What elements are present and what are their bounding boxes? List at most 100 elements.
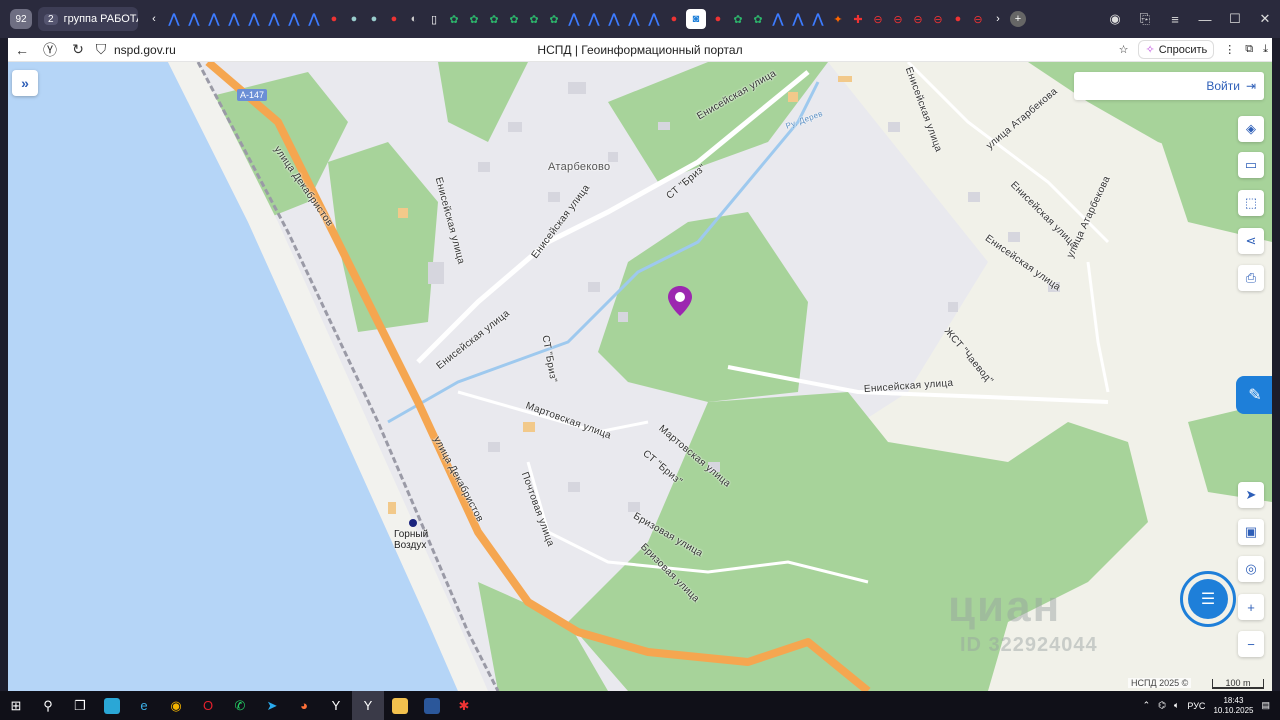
search-icon[interactable]: ⚲ <box>32 691 64 720</box>
download-icon[interactable]: ⤓ <box>1263 43 1268 56</box>
tab-favicon[interactable]: ● <box>326 11 342 27</box>
yandex-browser-icon[interactable]: Y <box>352 691 384 720</box>
tab-favicon[interactable]: ✚ <box>850 11 866 27</box>
close-icon[interactable]: ✕ <box>1250 4 1280 34</box>
tab-favicon[interactable]: ⋀ <box>606 11 622 27</box>
search-location-button[interactable]: ◎ <box>1238 556 1264 582</box>
tab-favicon[interactable]: ⋀ <box>770 11 786 27</box>
yandex-icon[interactable]: Y <box>320 691 352 720</box>
clock[interactable]: 18:43 10.10.2025 <box>1213 696 1253 716</box>
new-tab-icon[interactable]: + <box>1010 11 1026 27</box>
bookmark-icon[interactable]: ☆ <box>1119 43 1129 56</box>
whatsapp-icon[interactable]: ✆ <box>224 691 256 720</box>
tab-favicon[interactable]: ⋀ <box>306 11 322 27</box>
tab-favicon[interactable]: ✿ <box>466 11 482 27</box>
ruler-button[interactable]: ▭ <box>1238 152 1264 178</box>
expand-panel-button[interactable]: » <box>12 70 38 96</box>
opera-icon[interactable]: O <box>192 691 224 720</box>
ask-button[interactable]: ✧ Спросить <box>1138 40 1215 59</box>
tab-favicon[interactable]: ✿ <box>446 11 462 27</box>
map-canvas[interactable] <box>8 62 1272 691</box>
tab-favicon[interactable]: ✿ <box>546 11 562 27</box>
geolocate-button[interactable]: ➤ <box>1238 482 1264 508</box>
tab-favicon[interactable]: ● <box>666 11 682 27</box>
task-view-icon[interactable]: ❐ <box>64 691 96 720</box>
tab-favicon[interactable]: ⋀ <box>286 11 302 27</box>
login-button[interactable]: Войти ⇥ <box>1074 72 1264 100</box>
tab-favicon[interactable]: ◐ <box>406 11 422 27</box>
windows-start-icon[interactable]: ⊞ <box>0 691 32 720</box>
site-info-icon[interactable]: ⛉ <box>92 38 110 62</box>
tab-favicon[interactable]: ● <box>950 11 966 27</box>
active-tab-favicon[interactable]: ◙ <box>686 9 706 29</box>
tab-favicon[interactable]: ▯ <box>426 11 442 27</box>
tab-favicon[interactable]: ✿ <box>486 11 502 27</box>
tab-count-badge[interactable]: 92 <box>10 9 32 29</box>
tab-favicon[interactable]: ⊖ <box>910 11 926 27</box>
language-indicator[interactable]: РУС <box>1187 701 1205 711</box>
bookmarks-icon[interactable]: ⎘ <box>1130 4 1160 34</box>
profile-icon[interactable]: ◉ <box>1100 4 1130 34</box>
tab-favicon[interactable]: ⊖ <box>930 11 946 27</box>
network-icon[interactable]: ⌬ <box>1158 700 1166 711</box>
app-icon[interactable]: ✱ <box>448 691 480 720</box>
tab-favicon[interactable]: ⊖ <box>890 11 906 27</box>
chrome-icon[interactable]: ◉ <box>160 691 192 720</box>
minimap-button[interactable]: ▣ <box>1238 519 1264 545</box>
tab-favicon[interactable]: ● <box>346 11 362 27</box>
tab-favicon[interactable]: ⋀ <box>206 11 222 27</box>
yandex-icon[interactable]: Ⓨ <box>36 38 64 62</box>
chevron-up-icon[interactable]: ⌃ <box>1143 700 1151 711</box>
url-text[interactable]: nspd.gov.ru <box>114 43 176 57</box>
tab-favicon[interactable]: ⋀ <box>586 11 602 27</box>
tab-favicon[interactable]: ✿ <box>730 11 746 27</box>
share-button[interactable]: ⋖ <box>1238 228 1264 254</box>
minimize-icon[interactable]: — <box>1190 4 1220 34</box>
tab-favicon[interactable]: ⋀ <box>166 11 182 27</box>
tab-favicon[interactable]: ⋀ <box>790 11 806 27</box>
maximize-icon[interactable]: ☐ <box>1220 4 1250 34</box>
tab-favicon[interactable]: ⋀ <box>646 11 662 27</box>
word-icon[interactable] <box>416 691 448 720</box>
more-icon[interactable]: ⋮ <box>1224 43 1235 56</box>
chevron-right-icon[interactable]: › <box>990 11 1006 27</box>
notifications-icon[interactable]: ▤ <box>1261 700 1270 711</box>
tab-favicon[interactable]: ⋀ <box>266 11 282 27</box>
tab-group[interactable]: 2 группа РАБОТА <box>38 7 138 31</box>
extensions-icon[interactable]: ⧉ <box>1245 43 1253 56</box>
app-icon[interactable] <box>96 691 128 720</box>
tab-favicon[interactable]: ⊖ <box>970 11 986 27</box>
map-view[interactable]: улица Декабристов улица Декабристов Енис… <box>8 62 1272 691</box>
station-marker[interactable] <box>409 519 417 527</box>
chevron-left-icon[interactable]: ‹ <box>146 11 162 27</box>
tab-favicon[interactable]: ● <box>386 11 402 27</box>
tab-favicon[interactable]: ✿ <box>526 11 542 27</box>
volume-icon[interactable]: 🔈︎ <box>1174 700 1179 711</box>
explorer-icon[interactable] <box>384 691 416 720</box>
edge-icon[interactable]: e <box>128 691 160 720</box>
tab-favicon[interactable]: ⋀ <box>246 11 262 27</box>
layers-button[interactable]: ◈ <box>1238 116 1264 142</box>
tab-favicon[interactable]: ⋀ <box>810 11 826 27</box>
menu-icon[interactable]: ≡ <box>1160 4 1190 34</box>
back-icon[interactable]: ← <box>8 38 36 62</box>
select-area-button[interactable]: ⬚ <box>1238 190 1264 216</box>
feedback-button[interactable]: ✎ <box>1236 376 1272 414</box>
reload-icon[interactable]: ↻ <box>64 38 92 62</box>
tab-favicon[interactable]: ⊖ <box>870 11 886 27</box>
tab-favicon[interactable]: ● <box>366 11 382 27</box>
telegram-icon[interactable]: ➤ <box>256 691 288 720</box>
tab-favicon[interactable]: ✦ <box>830 11 846 27</box>
tab-favicon[interactable]: ● <box>710 11 726 27</box>
tab-favicon[interactable]: ⋀ <box>626 11 642 27</box>
tab-favicon[interactable]: ⋀ <box>566 11 582 27</box>
tab-favicon[interactable]: ✿ <box>506 11 522 27</box>
print-button[interactable]: ⎙ <box>1238 265 1264 291</box>
chat-button[interactable]: ☰ <box>1180 571 1236 627</box>
tab-favicon[interactable]: ⋀ <box>186 11 202 27</box>
tab-favicon[interactable]: ✿ <box>750 11 766 27</box>
firefox-icon[interactable]: ◕ <box>288 691 320 720</box>
zoom-in-button[interactable]: + <box>1238 594 1264 620</box>
zoom-out-button[interactable]: − <box>1238 631 1264 657</box>
tab-favicon[interactable]: ⋀ <box>226 11 242 27</box>
